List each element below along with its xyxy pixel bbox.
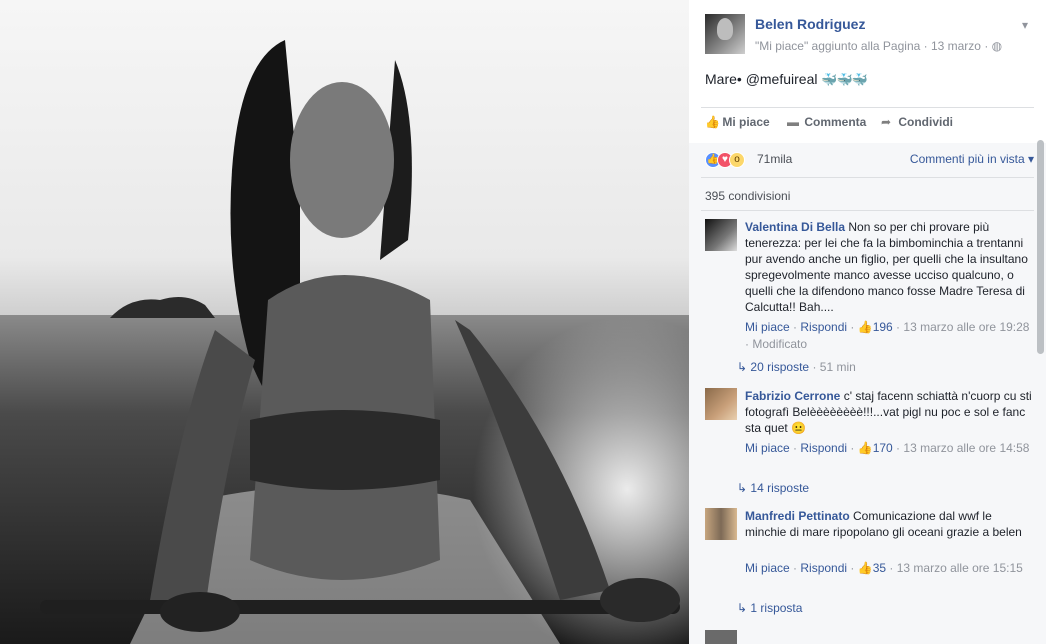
comment-time[interactable]: 13 marzo alle ore 19:28 [903, 320, 1029, 334]
like-label: Mi piace [722, 115, 770, 129]
replies-count: 14 risposte [750, 481, 810, 495]
comment-text: Non so per chi provare più tenerezza: pe… [745, 220, 1028, 314]
divider [701, 210, 1034, 211]
comment-label: Commenta [804, 115, 867, 129]
comment-like-link[interactable]: Mi piace [745, 561, 790, 575]
comment-reply-link[interactable]: Rispondi [800, 561, 847, 575]
comment-sort-dropdown[interactable]: Commenti più in vista ▾ [910, 152, 1034, 166]
comment-like-count[interactable]: 196 [873, 320, 893, 334]
chevron-down-icon[interactable]: ▾ [1022, 18, 1028, 32]
comment-reply-link[interactable]: Rispondi [800, 441, 847, 455]
reactions-row: 👍 ♥ o 71mila Commenti più in vista ▾ [705, 150, 1034, 170]
commenter-avatar[interactable] [705, 388, 737, 420]
comment-like-count[interactable]: 35 [873, 561, 886, 575]
comment-meta: Mi piace · Rispondi · 👍196 · 13 marzo al… [745, 320, 1030, 351]
replies-time: 51 min [819, 360, 856, 374]
comment-body: Fabrizio Cerrone c' staj facenn schiattà… [745, 388, 1034, 436]
photo-scene [0, 40, 689, 644]
divider [701, 177, 1034, 178]
reply-arrow-icon: ↳ [737, 601, 748, 615]
globe-icon: ◍ [991, 39, 1003, 53]
whale-emoji-icon: 🐳🐳🐳 [821, 72, 868, 87]
reaction-count[interactable]: 71mila [757, 152, 792, 166]
comment-time[interactable]: 13 marzo alle ore 14:58 [903, 441, 1029, 455]
comment-like-count[interactable]: 170 [873, 441, 893, 455]
reply-arrow-icon: ↳ [737, 481, 748, 495]
reaction-icons[interactable]: 👍 ♥ o [705, 151, 745, 168]
post-actions: 👍 Mi piace ▬ Commenta ➦ Condividi [705, 115, 1034, 133]
share-label: Condividi [898, 115, 954, 129]
replies-count: 1 risposta [750, 601, 803, 615]
comment-edited[interactable]: Modificato [752, 337, 807, 351]
post-subtitle: "Mi piace" aggiunto alla Pagina · 13 mar… [755, 39, 1002, 53]
commenter-avatar[interactable] [705, 630, 737, 644]
thumb-up-icon: 👍 [705, 115, 720, 129]
replies-count: 20 risposte [750, 360, 810, 374]
post-header: Belen Rodriguez "Mi piace" aggiunto alla… [705, 14, 1032, 58]
comment-meta: Mi piace · Rispondi · 👍170 · 13 marzo al… [745, 441, 1030, 455]
scrollbar[interactable] [1037, 140, 1044, 354]
divider [701, 107, 1034, 108]
commenter-avatar[interactable] [705, 219, 737, 251]
comment-author[interactable]: Manfredi Pettinato [745, 509, 850, 523]
commenter-avatar[interactable] [705, 508, 737, 540]
share-count[interactable]: 395 condivisioni [705, 189, 790, 203]
share-button[interactable]: ➦ Condividi [881, 115, 953, 129]
view-replies-link[interactable]: ↳ 14 risposte [737, 481, 809, 495]
comment-meta: Mi piace · Rispondi · 👍35 · 13 marzo all… [745, 561, 1023, 575]
share-icon: ➦ [881, 115, 892, 129]
wow-reaction-icon: o [729, 152, 745, 168]
comment-body: Manfredi Pettinato Comunicazione dal wwf… [745, 508, 1034, 540]
like-button[interactable]: 👍 Mi piace [705, 115, 770, 129]
post-photo[interactable] [0, 0, 689, 644]
comment-like-link[interactable]: Mi piace [745, 441, 790, 455]
comment-like-link[interactable]: Mi piace [745, 320, 790, 334]
post-subtitle-text: "Mi piace" aggiunto alla Pagina · 13 mar… [755, 39, 992, 53]
comment-time[interactable]: 13 marzo alle ore 15:15 [897, 561, 1023, 575]
page-name[interactable]: Belen Rodriguez [755, 16, 865, 32]
view-replies-link[interactable]: ↳ 20 risposte · 51 min [737, 360, 856, 374]
page-avatar[interactable] [705, 14, 745, 54]
comment-author[interactable]: Valentina Di Bella [745, 220, 845, 234]
comment-button[interactable]: ▬ Commenta [787, 115, 866, 129]
reply-arrow-icon: ↳ [737, 360, 748, 374]
post-side-panel: Belen Rodriguez "Mi piace" aggiunto alla… [689, 0, 1046, 644]
comment-author[interactable]: Fabrizio Cerrone [745, 389, 840, 403]
thumb-up-icon: 👍 [857, 441, 873, 455]
comment-icon: ▬ [787, 115, 799, 129]
comment-body: Valentina Di Bella Non so per chi provar… [745, 219, 1034, 315]
view-replies-link[interactable]: ↳ 1 risposta [737, 601, 802, 615]
post-caption-text: Mare• @mefuireal [705, 71, 822, 87]
comment-reply-link[interactable]: Rispondi [800, 320, 847, 334]
thumb-up-icon: 👍 [857, 561, 873, 575]
post-caption: Mare• @mefuireal 🐳🐳🐳 [705, 71, 868, 88]
thumb-up-icon: 👍 [857, 320, 873, 334]
